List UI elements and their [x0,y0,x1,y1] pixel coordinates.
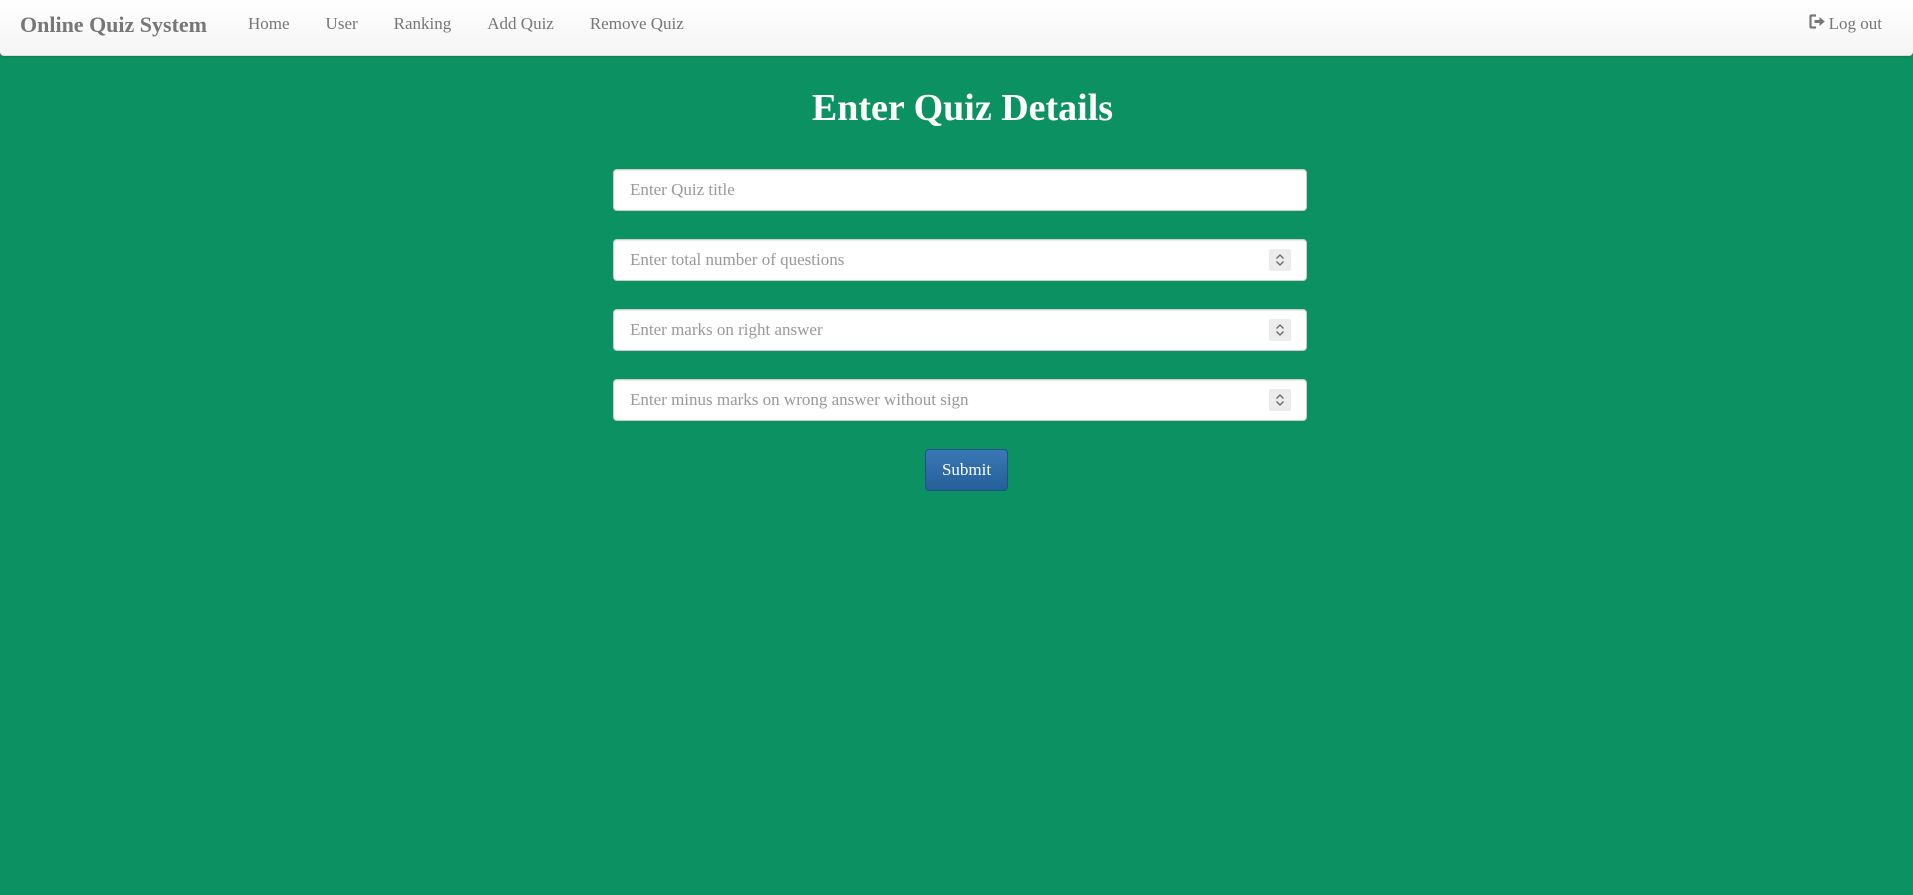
total-questions-stepper[interactable] [1269,249,1291,271]
total-questions-field [613,239,1307,281]
brand-link[interactable]: Online Quiz System [20,11,207,39]
wrong-answer-marks-input[interactable] [614,380,1306,420]
right-answer-marks-field [613,309,1307,351]
stepper-arrows-icon [1276,324,1284,336]
quiz-title-input[interactable] [614,170,1306,210]
stepper-arrows-icon [1276,394,1284,406]
submit-container: Submit [925,449,1008,491]
top-navbar: Online Quiz System Home User Ranking Add… [0,0,1913,56]
quiz-details-form [613,169,1307,449]
quiz-title-field [613,169,1307,211]
logout-link[interactable]: Log out [1809,0,1882,48]
nav-item-ranking[interactable]: Ranking [376,0,470,48]
nav-item-user[interactable]: User [308,0,376,48]
nav-item-add-quiz[interactable]: Add Quiz [469,0,572,48]
stepper-arrows-icon [1276,254,1284,266]
logout-label: Log out [1828,14,1882,33]
nav-item-home[interactable]: Home [230,0,308,48]
nav-menu: Home User Ranking Add Quiz Remove Quiz [230,0,702,48]
right-answer-marks-input[interactable] [614,310,1306,350]
wrong-answer-marks-field [613,379,1307,421]
page-title: Enter Quiz Details [811,87,1114,129]
right-answer-marks-stepper[interactable] [1269,319,1291,341]
wrong-answer-marks-stepper[interactable] [1269,389,1291,411]
logout-icon [1809,0,1829,48]
total-questions-input[interactable] [614,240,1306,280]
submit-button[interactable]: Submit [925,449,1008,491]
nav-item-remove-quiz[interactable]: Remove Quiz [572,0,702,48]
